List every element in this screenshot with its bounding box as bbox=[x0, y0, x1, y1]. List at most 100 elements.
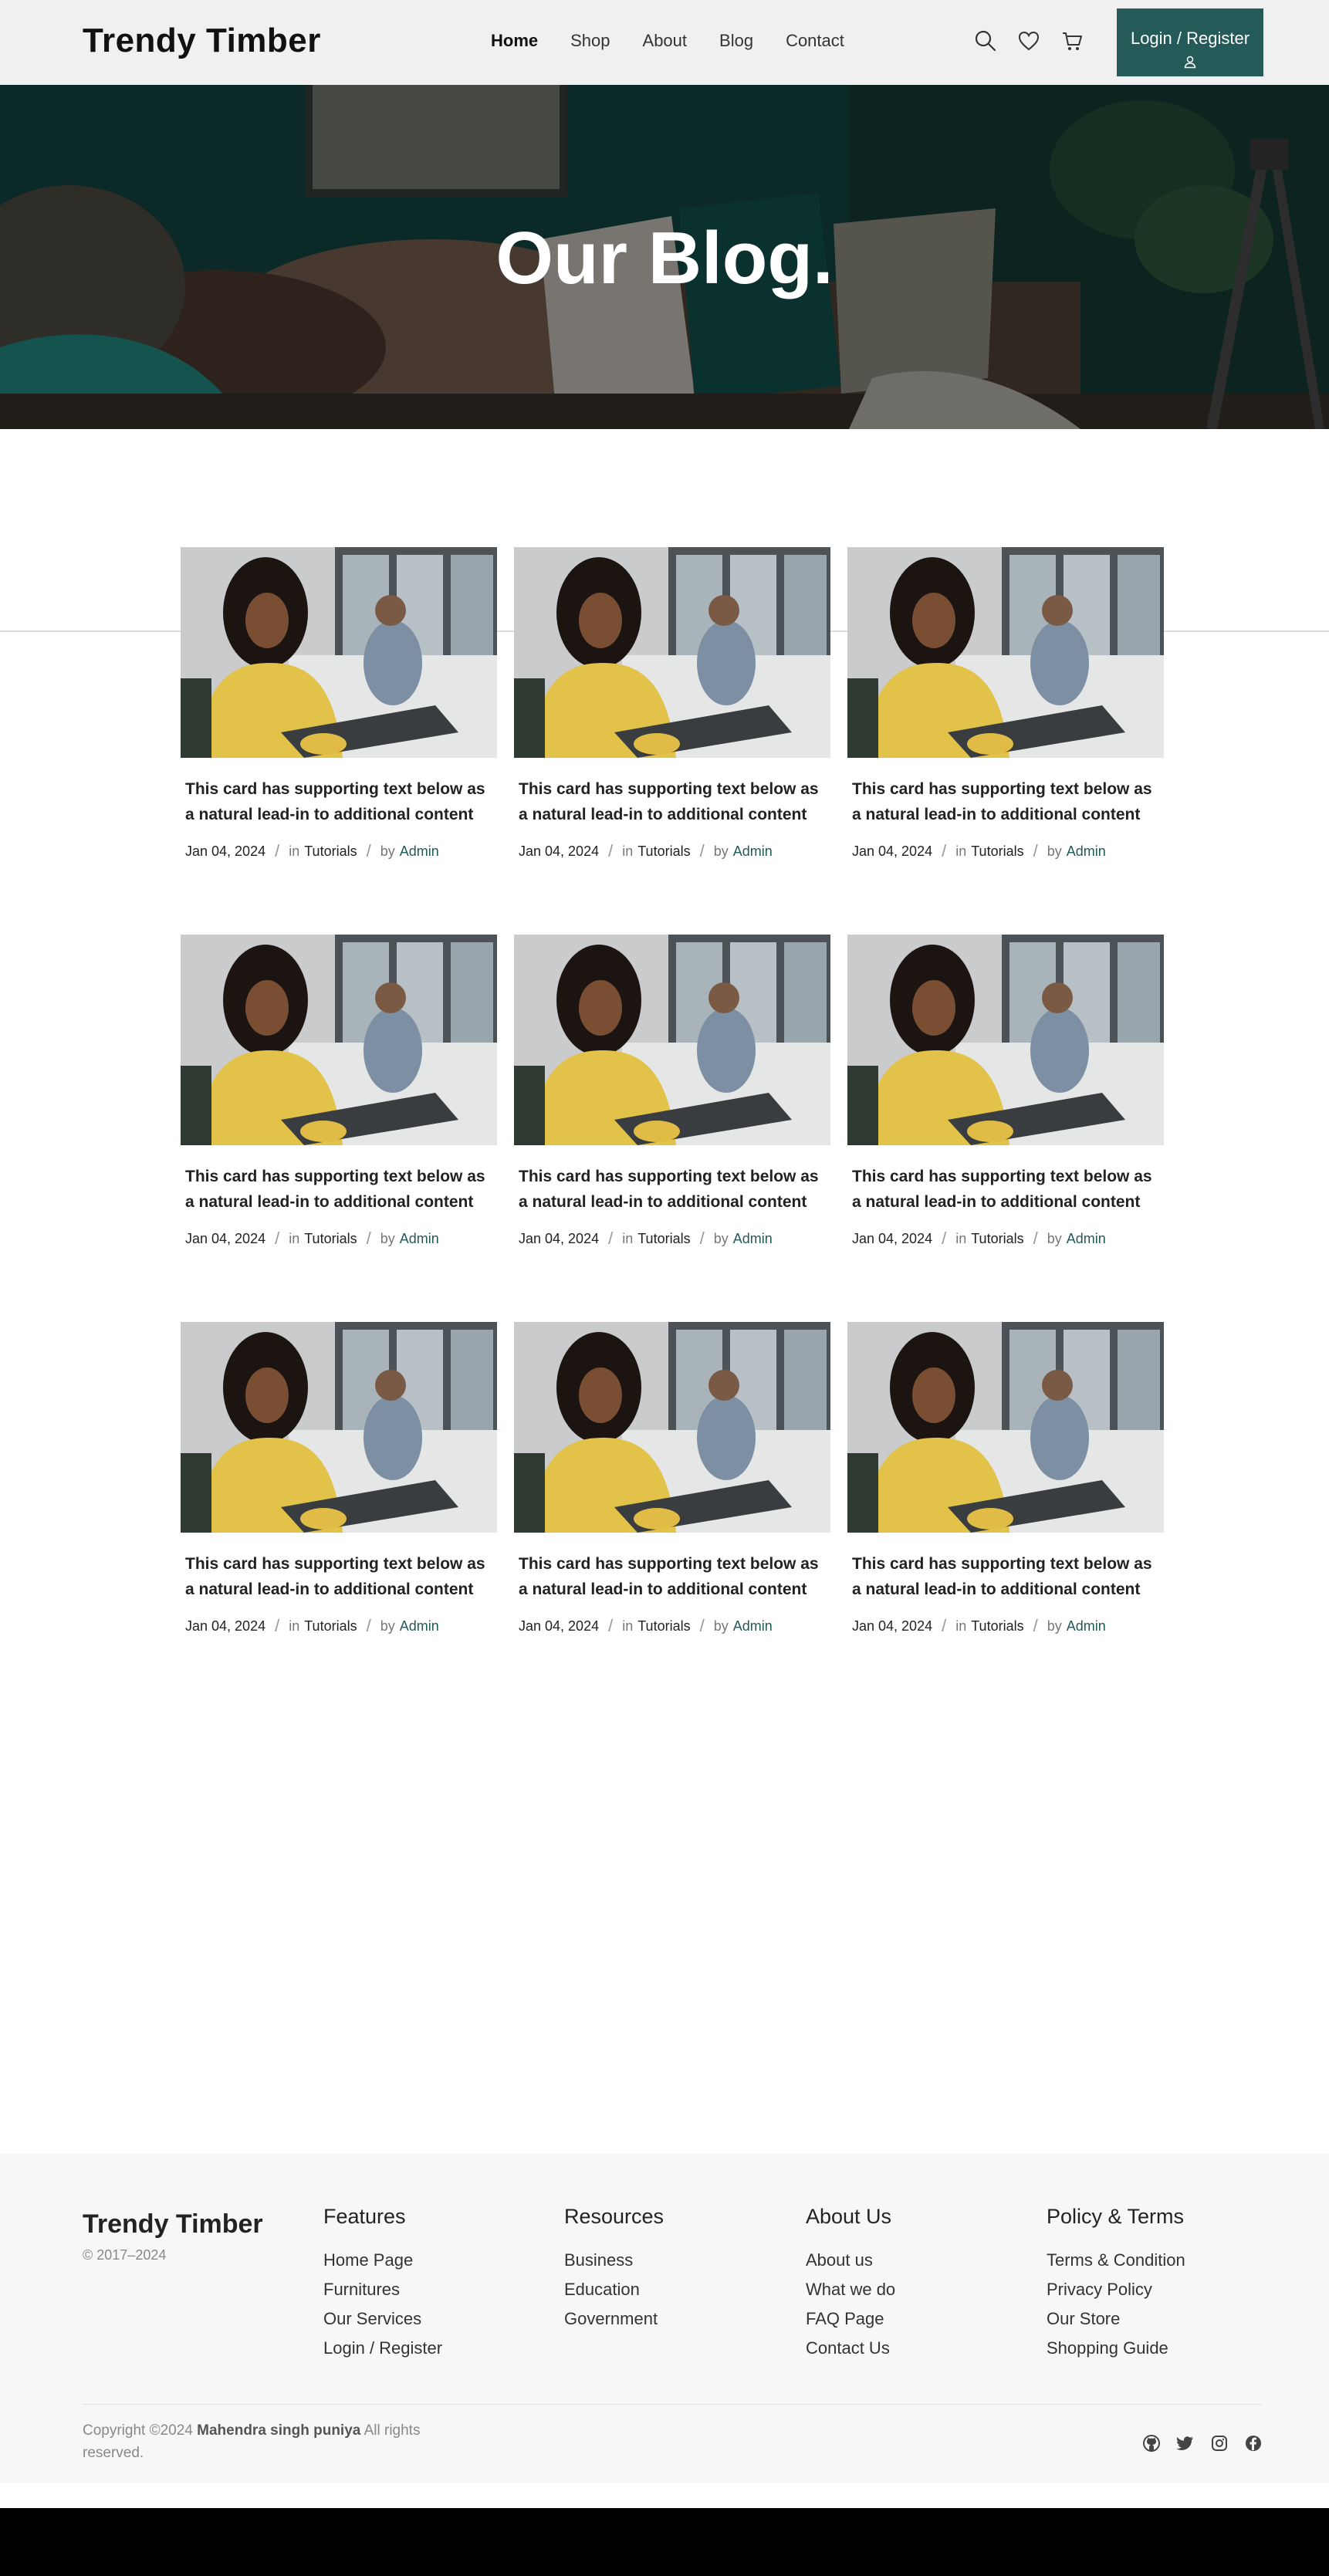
blog-card-title[interactable]: This card has supporting text below as a… bbox=[185, 1164, 492, 1215]
blog-card[interactable]: This card has supporting text below as a… bbox=[847, 547, 1164, 878]
blog-card-image[interactable] bbox=[181, 1322, 497, 1533]
in-label: in bbox=[622, 843, 634, 859]
by-label: by bbox=[1047, 1618, 1062, 1634]
blog-card-image[interactable] bbox=[847, 547, 1164, 758]
post-author[interactable]: Admin bbox=[733, 1618, 773, 1635]
footer-link-furnitures[interactable]: Furnitures bbox=[323, 2275, 442, 2304]
post-author[interactable]: Admin bbox=[400, 1618, 439, 1635]
cart-icon[interactable] bbox=[1060, 29, 1084, 52]
in-label: in bbox=[955, 1618, 967, 1634]
nav-home[interactable]: Home bbox=[491, 31, 538, 51]
blog-card-image[interactable] bbox=[514, 935, 830, 1145]
facebook-icon[interactable] bbox=[1244, 2434, 1263, 2453]
post-category[interactable]: Tutorials bbox=[637, 1231, 690, 1247]
meta-separator: / bbox=[942, 1616, 947, 1635]
blog-card-image[interactable] bbox=[181, 547, 497, 758]
blog-card-title[interactable]: This card has supporting text below as a… bbox=[852, 1164, 1159, 1215]
footer-link-faq-page[interactable]: FAQ Page bbox=[806, 2304, 895, 2334]
post-author[interactable]: Admin bbox=[400, 1231, 439, 1247]
site-footer: Trendy Timber © 2017–2024 Features Home … bbox=[0, 2154, 1329, 2483]
footer-link-shopping-guide[interactable]: Shopping Guide bbox=[1047, 2334, 1185, 2363]
footer-link-business[interactable]: Business bbox=[564, 2246, 664, 2275]
blog-card[interactable]: This card has supporting text below as a… bbox=[514, 1322, 830, 1653]
blog-card[interactable]: This card has supporting text below as a… bbox=[514, 935, 830, 1266]
post-author[interactable]: Admin bbox=[1067, 843, 1106, 860]
footer-link-our-services[interactable]: Our Services bbox=[323, 2304, 442, 2334]
footer-col-features: Features Home Page Furnitures Our Servic… bbox=[323, 2205, 442, 2363]
meta-separator: / bbox=[942, 1229, 947, 1248]
in-label: in bbox=[289, 843, 300, 859]
post-category[interactable]: Tutorials bbox=[971, 1231, 1023, 1247]
blog-card-title[interactable]: This card has supporting text below as a… bbox=[519, 1164, 826, 1215]
blog-card-meta: Jan 04, 2024 / in Tutorials / by Admin bbox=[519, 841, 826, 861]
footer-link-education[interactable]: Education bbox=[564, 2275, 664, 2304]
blog-card-title[interactable]: This card has supporting text below as a… bbox=[852, 776, 1159, 827]
github-icon[interactable] bbox=[1142, 2434, 1161, 2453]
meta-separator: / bbox=[699, 1616, 705, 1635]
blog-card-meta: Jan 04, 2024 / in Tutorials / by Admin bbox=[519, 1616, 826, 1636]
instagram-icon[interactable] bbox=[1210, 2434, 1229, 2453]
post-category[interactable]: Tutorials bbox=[637, 1618, 690, 1635]
footer-link-about-us[interactable]: About us bbox=[806, 2246, 895, 2275]
blog-card[interactable]: This card has supporting text below as a… bbox=[181, 1322, 497, 1653]
blog-card-meta: Jan 04, 2024 / in Tutorials / by Admin bbox=[852, 1616, 1159, 1636]
blog-card-title[interactable]: This card has supporting text below as a… bbox=[185, 1551, 492, 1602]
post-category[interactable]: Tutorials bbox=[971, 843, 1023, 860]
blog-card-image[interactable] bbox=[514, 547, 830, 758]
blog-card[interactable]: This card has supporting text below as a… bbox=[847, 935, 1164, 1266]
blog-card-title[interactable]: This card has supporting text below as a… bbox=[519, 776, 826, 827]
footer-link-what-we-do[interactable]: What we do bbox=[806, 2275, 895, 2304]
header-icons bbox=[974, 29, 1084, 52]
footer-link-government[interactable]: Government bbox=[564, 2304, 664, 2334]
meta-separator: / bbox=[275, 841, 280, 860]
post-category[interactable]: Tutorials bbox=[971, 1618, 1023, 1635]
in-label: in bbox=[289, 1618, 300, 1634]
footer-divider bbox=[83, 2404, 1262, 2405]
footer-link-home-page[interactable]: Home Page bbox=[323, 2246, 442, 2275]
blog-card-image[interactable] bbox=[181, 935, 497, 1145]
nav-blog[interactable]: Blog bbox=[719, 31, 753, 51]
blog-card-title[interactable]: This card has supporting text below as a… bbox=[852, 1551, 1159, 1602]
post-category[interactable]: Tutorials bbox=[637, 843, 690, 860]
footer-brand[interactable]: Trendy Timber bbox=[83, 2209, 263, 2240]
by-label: by bbox=[380, 843, 395, 859]
blog-card-title[interactable]: This card has supporting text below as a… bbox=[519, 1551, 826, 1602]
twitter-icon[interactable] bbox=[1176, 2434, 1195, 2453]
blog-card[interactable]: This card has supporting text below as a… bbox=[181, 935, 497, 1266]
footer-link-login-register[interactable]: Login / Register bbox=[323, 2334, 442, 2363]
blog-card-image[interactable] bbox=[847, 935, 1164, 1145]
login-register-button[interactable]: Login / Register bbox=[1117, 8, 1263, 76]
blog-card-meta: Jan 04, 2024 / in Tutorials / by Admin bbox=[852, 841, 1159, 861]
blog-card[interactable]: This card has supporting text below as a… bbox=[847, 1322, 1164, 1653]
post-author[interactable]: Admin bbox=[1067, 1618, 1106, 1635]
by-label: by bbox=[1047, 1230, 1062, 1246]
blog-card-image[interactable] bbox=[847, 1322, 1164, 1533]
brand-logo[interactable]: Trendy Timber bbox=[83, 22, 321, 60]
post-category[interactable]: Tutorials bbox=[304, 1231, 357, 1247]
meta-separator: / bbox=[1033, 1616, 1038, 1635]
blog-card-image[interactable] bbox=[514, 1322, 830, 1533]
post-author[interactable]: Admin bbox=[733, 1231, 773, 1247]
footer-link-our-store[interactable]: Our Store bbox=[1047, 2304, 1185, 2334]
heart-icon[interactable] bbox=[1017, 29, 1040, 52]
post-category[interactable]: Tutorials bbox=[304, 843, 357, 860]
meta-separator: / bbox=[275, 1229, 280, 1248]
post-author[interactable]: Admin bbox=[733, 843, 773, 860]
nav-shop[interactable]: Shop bbox=[570, 31, 610, 51]
blog-card-meta: Jan 04, 2024 / in Tutorials / by Admin bbox=[185, 1229, 492, 1249]
nav-about[interactable]: About bbox=[643, 31, 688, 51]
blog-card[interactable]: This card has supporting text below as a… bbox=[181, 547, 497, 878]
post-author[interactable]: Admin bbox=[1067, 1231, 1106, 1247]
post-author[interactable]: Admin bbox=[400, 843, 439, 860]
footer-link-terms-condition[interactable]: Terms & Condition bbox=[1047, 2246, 1185, 2275]
blog-card-title[interactable]: This card has supporting text below as a… bbox=[185, 776, 492, 827]
post-category[interactable]: Tutorials bbox=[304, 1618, 357, 1635]
nav-contact[interactable]: Contact bbox=[786, 31, 844, 51]
footer-link-privacy-policy[interactable]: Privacy Policy bbox=[1047, 2275, 1185, 2304]
meta-separator: / bbox=[366, 1229, 371, 1248]
footer-link-contact-us[interactable]: Contact Us bbox=[806, 2334, 895, 2363]
blog-card[interactable]: This card has supporting text below as a… bbox=[514, 547, 830, 878]
login-register-label: Login / Register bbox=[1130, 29, 1250, 48]
search-icon[interactable] bbox=[974, 29, 997, 52]
in-label: in bbox=[622, 1230, 634, 1246]
